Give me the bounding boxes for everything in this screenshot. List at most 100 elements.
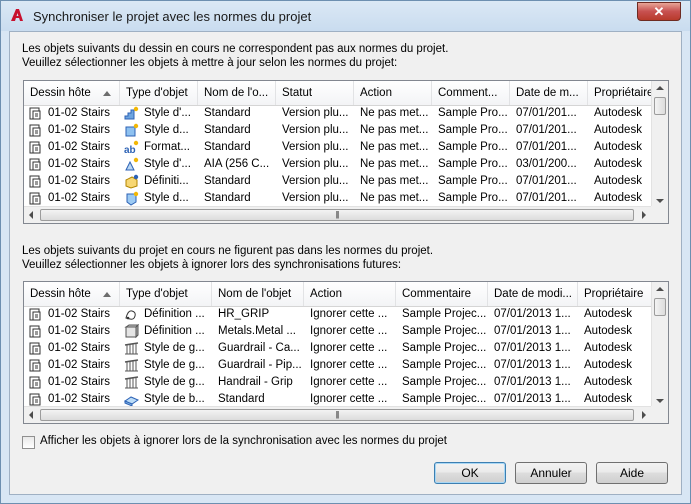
close-button[interactable]: ✕	[637, 2, 681, 21]
grid2-vertical-scrollbar[interactable]	[651, 282, 668, 408]
column-header[interactable]: Nom de l'o...	[198, 81, 276, 105]
cell-name: Guardrail - Ca...	[218, 342, 300, 354]
scroll-right-icon[interactable]	[642, 211, 646, 219]
scroll-left-icon[interactable]	[29, 411, 33, 419]
scroll-up-icon[interactable]	[656, 86, 664, 90]
drawing-icon	[28, 324, 43, 339]
help-button[interactable]: Aide	[596, 462, 668, 484]
column-header[interactable]: Date de modi...	[488, 282, 578, 306]
grid2-vertical-thumb[interactable]	[654, 298, 666, 316]
cell-comment: Sample Pro...	[438, 107, 508, 119]
slab-style-icon	[123, 392, 140, 407]
grid2-rows: 01-02 Stairs Définition ... HR_GRIP Ignorer…	[24, 306, 658, 408]
sort-ascending-icon	[103, 292, 111, 297]
scroll-up-icon[interactable]	[656, 287, 664, 291]
grid1-vertical-thumb[interactable]	[654, 97, 666, 115]
cell-comment: Sample Pro...	[438, 175, 508, 187]
scroll-down-icon[interactable]	[656, 199, 664, 203]
ok-button[interactable]: OK	[434, 462, 506, 484]
railing-style-icon	[124, 341, 139, 356]
cell-action: Ne pas met...	[360, 192, 429, 204]
show-ignored-checkbox[interactable]	[22, 436, 35, 449]
cancel-button[interactable]: Annuler	[515, 462, 587, 484]
grid2-header: Dessin hôte Type d'objet Nom de l'objet Act…	[24, 282, 658, 307]
unlisted-objects-grid[interactable]: Dessin hôte Type d'objet Nom de l'objet Act…	[23, 281, 669, 424]
column-header[interactable]: Comment...	[432, 81, 510, 105]
scroll-left-icon[interactable]	[29, 211, 33, 219]
cell-name: Standard	[204, 107, 251, 119]
section2-line2: Veuillez sélectionner les objets à ignor…	[22, 259, 402, 271]
column-header[interactable]: Statut	[276, 81, 354, 105]
table-row[interactable]: 01-02 Stairs Style d... Standard Version pl…	[24, 190, 656, 207]
railing-style-icon	[124, 358, 139, 373]
cell-name: Standard	[204, 192, 251, 204]
column-header[interactable]: Commentaire	[396, 282, 488, 306]
profile-definition-icon	[124, 307, 139, 322]
nonconforming-objects-grid[interactable]: Dessin hôte Type d'objet Nom de l'o... Stat…	[23, 80, 669, 224]
grid2-horizontal-thumb[interactable]: |||	[40, 409, 634, 421]
cell-comment: Sample Pro...	[438, 141, 508, 153]
column-header[interactable]: Propriétaire	[578, 282, 658, 306]
column-header[interactable]: Action	[304, 282, 396, 306]
cell-owner: Autodesk	[594, 124, 642, 136]
drawing-icon	[28, 358, 43, 373]
autocad-app-icon	[11, 9, 23, 21]
drawing-icon	[28, 307, 43, 322]
table-row[interactable]: 01-02 Stairs Style de g... Guardrail - Ca.…	[24, 340, 658, 357]
column-header[interactable]: Nom de l'objet	[212, 282, 304, 306]
grid1-horizontal-scrollbar[interactable]: |||	[24, 206, 651, 223]
grid1-rows: 01-02 Stairs Style d'... Standard Version p…	[24, 105, 656, 207]
cell-status: Version plu...	[282, 124, 349, 136]
cell-host: 01-02 Stairs	[24, 323, 120, 340]
shape-style-icon	[124, 191, 139, 206]
section1-line2: Veuillez sélectionner les objets à mettr…	[22, 57, 398, 69]
drawing-icon	[28, 106, 43, 121]
dimension-style-icon	[124, 157, 139, 172]
cell-date: 07/01/201...	[516, 107, 577, 119]
column-header[interactable]: Date de m...	[510, 81, 588, 105]
table-row[interactable]: 01-02 Stairs Style d... Standard Version pl…	[24, 122, 656, 139]
table-row[interactable]: 01-02 Stairs Définition ... Metals.Metal .…	[24, 323, 658, 340]
column-header[interactable]: Dessin hôte	[24, 282, 120, 306]
cell-owner: Autodesk	[594, 192, 642, 204]
table-row[interactable]: 01-02 Stairs Style d'... AIA (256 C... Vers…	[24, 156, 656, 173]
cell-owner: Autodesk	[584, 342, 632, 354]
drawing-icon	[28, 341, 43, 356]
cell-date: 07/01/2013 1...	[494, 342, 571, 354]
grid1-header: Dessin hôte Type d'objet Nom de l'o... Stat…	[24, 81, 656, 106]
cell-comment: Sample Projec...	[402, 325, 487, 337]
cell-name: Standard	[204, 124, 251, 136]
text-format-icon: ab	[124, 140, 139, 156]
title-bar[interactable]: Synchroniser le projet avec les normes d…	[1, 1, 690, 31]
grid1-horizontal-thumb[interactable]: |||	[40, 209, 634, 221]
column-header[interactable]: Type d'objet	[120, 282, 212, 306]
scroll-right-icon[interactable]	[642, 411, 646, 419]
drawing-icon	[28, 174, 43, 189]
cell-date: 07/01/201...	[516, 192, 577, 204]
cell-owner: Autodesk	[584, 308, 632, 320]
table-row[interactable]: 01-02 Stairs Définiti... Standard Version p…	[24, 173, 656, 190]
table-row[interactable]: 01-02 Stairs Style de g... Guardrail - Pip…	[24, 357, 658, 374]
column-header[interactable]: Propriétaire	[588, 81, 656, 105]
cell-type: Style d...	[120, 190, 198, 207]
table-row[interactable]: 01-02 Stairs Définition ... HR_GRIP Ignorer…	[24, 306, 658, 323]
drawing-icon	[28, 157, 43, 172]
table-row[interactable]: 01-02 Stairs Style d'... Standard Version p…	[24, 105, 656, 122]
cell-action: Ignorer cette ...	[310, 376, 388, 388]
close-icon: ✕	[653, 4, 665, 19]
show-ignored-label[interactable]: Afficher les objets à ignorer lors de la…	[40, 435, 447, 447]
cell-comment: Sample Pro...	[438, 192, 508, 204]
cell-type: Style d'...	[120, 156, 198, 173]
column-header[interactable]: Action	[354, 81, 432, 105]
column-header[interactable]: Dessin hôte	[24, 81, 120, 105]
cell-type: Style d'...	[120, 105, 198, 122]
table-row[interactable]: 01-02 Stairs ab Format... Standard Version p…	[24, 139, 656, 156]
table-row[interactable]: 01-02 Stairs Style de g... Handrail - Grip…	[24, 374, 658, 391]
column-header[interactable]: Type d'objet	[120, 81, 198, 105]
scroll-down-icon[interactable]	[656, 399, 664, 403]
grid2-horizontal-scrollbar[interactable]: |||	[24, 406, 651, 423]
grid1-vertical-scrollbar[interactable]	[651, 81, 668, 208]
cell-status: Version plu...	[282, 141, 349, 153]
cell-comment: Sample Pro...	[438, 124, 508, 136]
definition-icon	[124, 174, 139, 189]
